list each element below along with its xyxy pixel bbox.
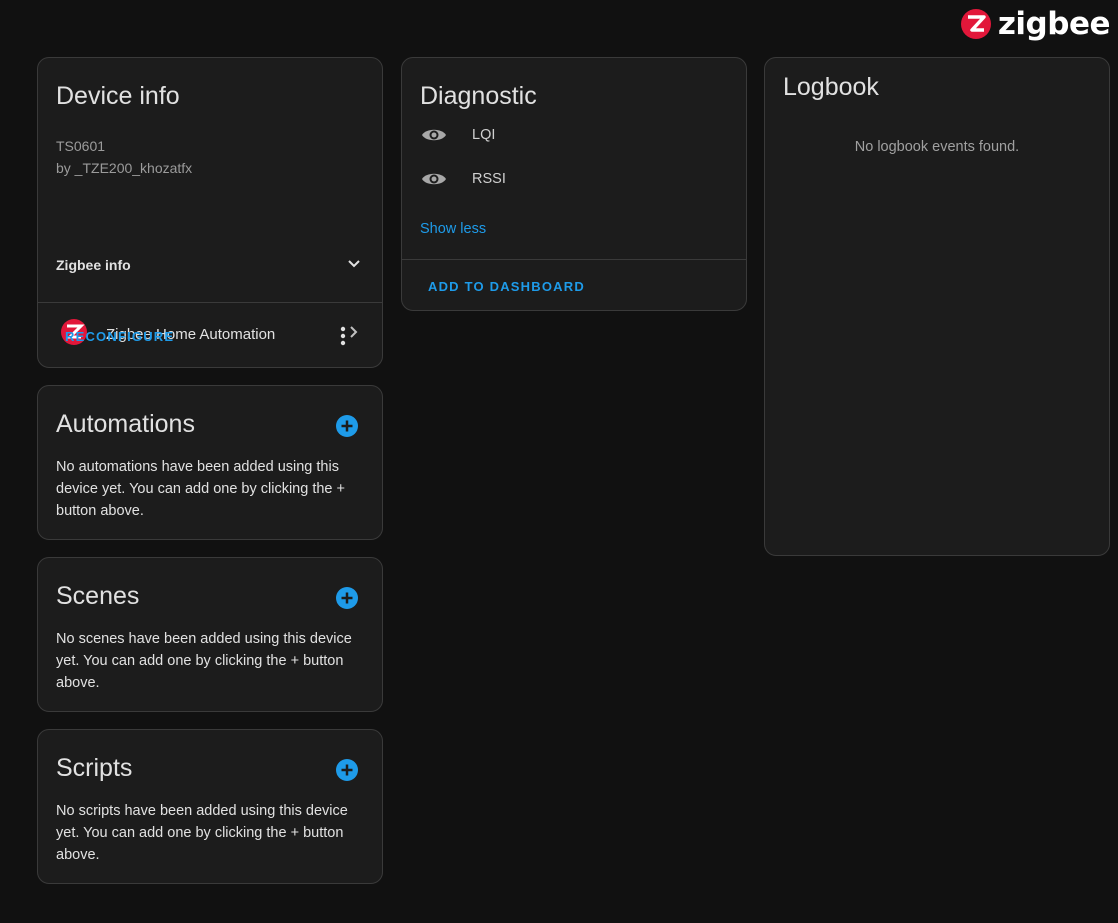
show-less-link[interactable]: Show less <box>420 221 486 237</box>
diagnostic-card: Diagnostic LQI RSSI Show less ADD TO DAS… <box>401 57 747 311</box>
scripts-title: Scripts <box>56 754 133 782</box>
plus-circle-icon <box>336 415 358 437</box>
scenes-description: No scenes have been added using this dev… <box>56 631 352 691</box>
divider <box>38 302 382 303</box>
zigbee-logo-icon <box>960 8 992 40</box>
scripts-card: Scripts No scripts have been added using… <box>37 729 383 884</box>
zigbee-info-label: Zigbee info <box>56 256 131 273</box>
add-scene-button[interactable] <box>336 587 358 614</box>
logbook-title: Logbook <box>783 73 879 101</box>
divider <box>402 259 746 260</box>
add-automation-button[interactable] <box>336 415 358 442</box>
zigbee-brand: zigbee <box>960 6 1111 42</box>
logbook-empty-message: No logbook events found. <box>854 139 1020 155</box>
automations-title: Automations <box>56 410 195 438</box>
scenes-title: Scenes <box>56 582 140 610</box>
automations-description: No automations have been added using thi… <box>56 459 345 519</box>
add-script-button[interactable] <box>336 759 358 786</box>
device-info-title: Device info <box>56 82 180 110</box>
chevron-down-icon <box>346 255 362 274</box>
device-model: TS0601 by _TZE200_khozatfx <box>56 135 192 179</box>
entity-label: RSSI <box>472 171 506 187</box>
entity-row-rssi[interactable]: RSSI <box>420 170 506 188</box>
scripts-description: No scripts have been added using this de… <box>56 803 348 863</box>
logbook-card: Logbook No logbook events found. <box>764 57 1110 556</box>
plus-circle-icon <box>336 759 358 781</box>
entity-label: LQI <box>472 127 496 143</box>
add-to-dashboard-button[interactable]: ADD TO DASHBOARD <box>428 279 585 294</box>
device-page: zigbee Device info TS0601 by _TZE200_kho… <box>0 0 1118 923</box>
device-info-card: Device info TS0601 by _TZE200_khozatfx Z… <box>37 57 383 368</box>
automations-card: Automations No automations have been add… <box>37 385 383 540</box>
reconfigure-button[interactable]: RECONFIGURE <box>65 329 174 344</box>
eye-icon <box>420 126 448 144</box>
diagnostic-title: Diagnostic <box>420 82 537 110</box>
manufacturer: by _TZE200_khozatfx <box>56 160 193 176</box>
chevron-right-icon <box>346 325 360 344</box>
zigbee-info-expander[interactable]: Zigbee info <box>56 255 362 274</box>
eye-icon <box>420 170 448 188</box>
scenes-card: Scenes No scenes have been added using t… <box>37 557 383 712</box>
more-vertical-icon[interactable] <box>340 326 346 351</box>
brand-name: zigbee <box>997 6 1111 42</box>
entity-row-lqi[interactable]: LQI <box>420 126 495 144</box>
plus-circle-icon <box>336 587 358 609</box>
model-name: TS0601 <box>56 138 106 154</box>
